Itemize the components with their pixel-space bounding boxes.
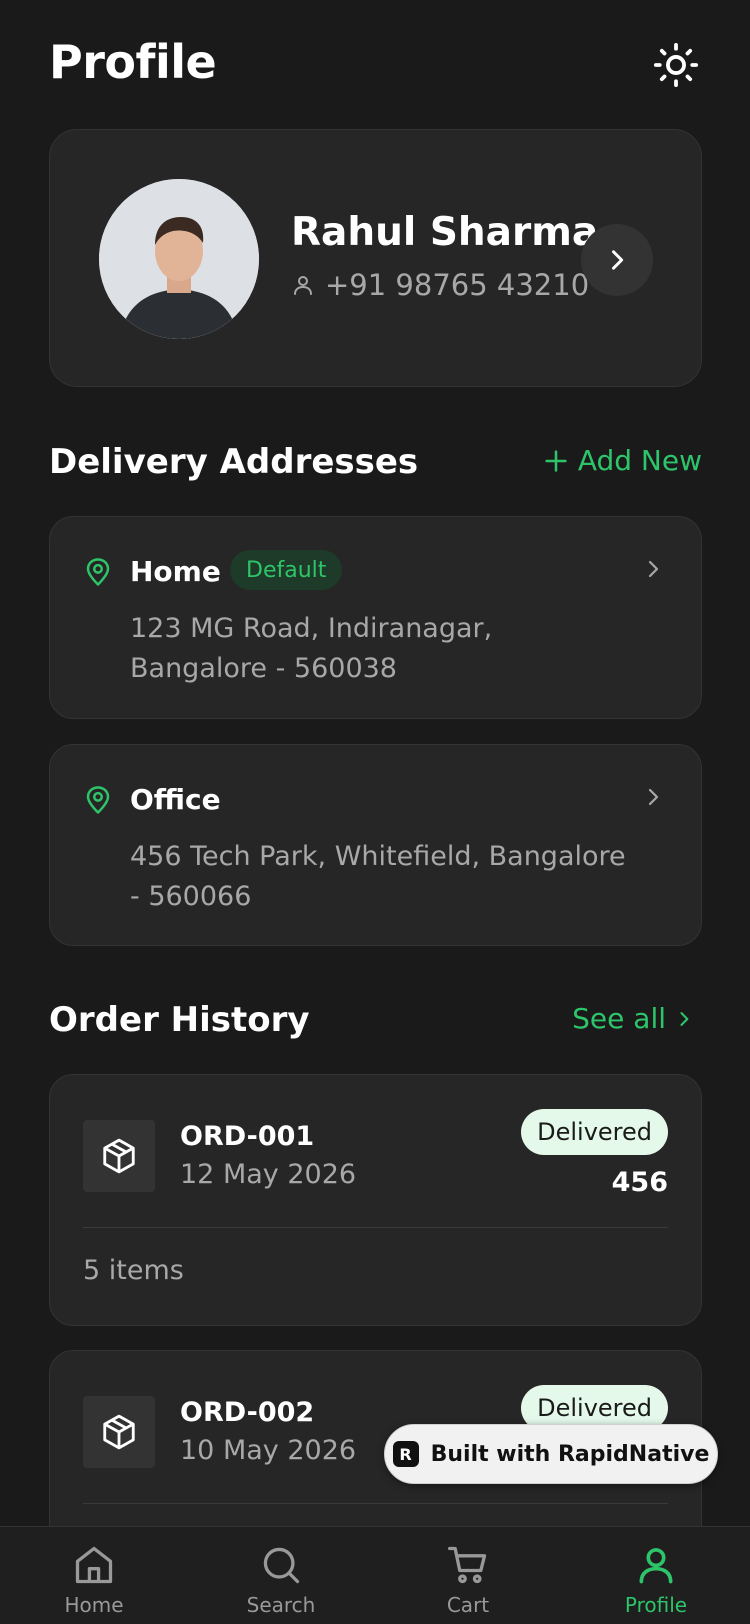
address-label: Home [130, 555, 221, 588]
map-pin-icon [86, 558, 110, 586]
chevron-right-icon [648, 560, 659, 578]
add-address-label: Add New [577, 444, 702, 477]
address-label: Office [130, 783, 221, 816]
rapidnative-logo-icon: R [392, 1441, 419, 1467]
order-amount: 456 [611, 1167, 668, 1198]
order-card[interactable]: ORD-001 12 May 2026 Delivered 456 5 item… [49, 1074, 702, 1326]
order-date: 12 May 2026 [180, 1159, 357, 1190]
chevron-right-icon [648, 788, 659, 806]
order-items-count: 5 items [83, 1255, 184, 1286]
tab-search[interactable]: Search [221, 1543, 341, 1617]
default-badge: Default [230, 550, 343, 590]
user-icon [294, 276, 312, 295]
address-text: 456 Tech Park, Whitefield, Bangalore - 5… [130, 841, 626, 912]
order-id: ORD-002 [180, 1397, 315, 1428]
page-title: Profile [49, 35, 217, 89]
header: Profile [49, 30, 701, 100]
address-card-home[interactable]: Home Default 123 MG Road, Indiranagar, B… [49, 516, 702, 719]
tab-bar: Home Search Cart Profile [0, 1526, 750, 1624]
see-all-button[interactable]: See all [572, 1002, 694, 1035]
order-id: ORD-001 [180, 1121, 315, 1152]
addresses-header: Delivery Addresses Add New [49, 442, 702, 494]
sun-icon [653, 42, 699, 88]
profile-card[interactable]: Rahul Sharma +91 98765 43210 [49, 129, 702, 387]
order-date: 10 May 2026 [180, 1435, 357, 1466]
package-icon [103, 1414, 135, 1450]
tab-home[interactable]: Home [34, 1543, 154, 1617]
tab-cart[interactable]: Cart [408, 1543, 528, 1617]
chevron-right-icon [612, 250, 624, 270]
orders-title: Order History [49, 1000, 310, 1040]
tab-label: Profile [624, 1593, 688, 1617]
package-icon-box [83, 1120, 155, 1192]
add-address-button[interactable]: Add New [542, 444, 702, 477]
profile-phone-row: +91 98765 43210 [291, 268, 589, 302]
profile-icon [639, 1548, 673, 1584]
plus-icon [545, 449, 567, 472]
order-status-badge: Delivered [521, 1109, 668, 1155]
addresses-title: Delivery Addresses [49, 442, 419, 482]
tab-label: Home [64, 1593, 124, 1617]
theme-toggle-button[interactable] [651, 40, 701, 90]
avatar [99, 179, 259, 339]
cart-icon [448, 1546, 487, 1584]
package-icon-box [83, 1396, 155, 1468]
chevron-right-icon [680, 1011, 689, 1026]
address-text: 123 MG Road, Indiranagar, Bangalore - 56… [130, 613, 493, 684]
map-pin-icon [86, 786, 110, 814]
profile-name: Rahul Sharma [291, 210, 599, 255]
profile-phone: +91 98765 43210 [325, 268, 590, 302]
tab-label: Search [246, 1593, 316, 1617]
tab-profile[interactable]: Profile [596, 1543, 716, 1617]
divider [83, 1503, 668, 1504]
divider [83, 1227, 668, 1228]
orders-header: Order History See all [49, 1000, 702, 1052]
built-with-badge[interactable]: R Built with RapidNative [384, 1424, 718, 1484]
package-icon [103, 1138, 135, 1174]
tab-label: Cart [446, 1593, 490, 1617]
built-with-label: Built with RapidNative [430, 1441, 710, 1467]
profile-open-button[interactable] [581, 224, 653, 296]
see-all-label: See all [572, 1002, 666, 1035]
home-icon [75, 1546, 113, 1584]
address-card-office[interactable]: Office 456 Tech Park, Whitefield, Bangal… [49, 744, 702, 946]
search-icon [263, 1547, 300, 1584]
